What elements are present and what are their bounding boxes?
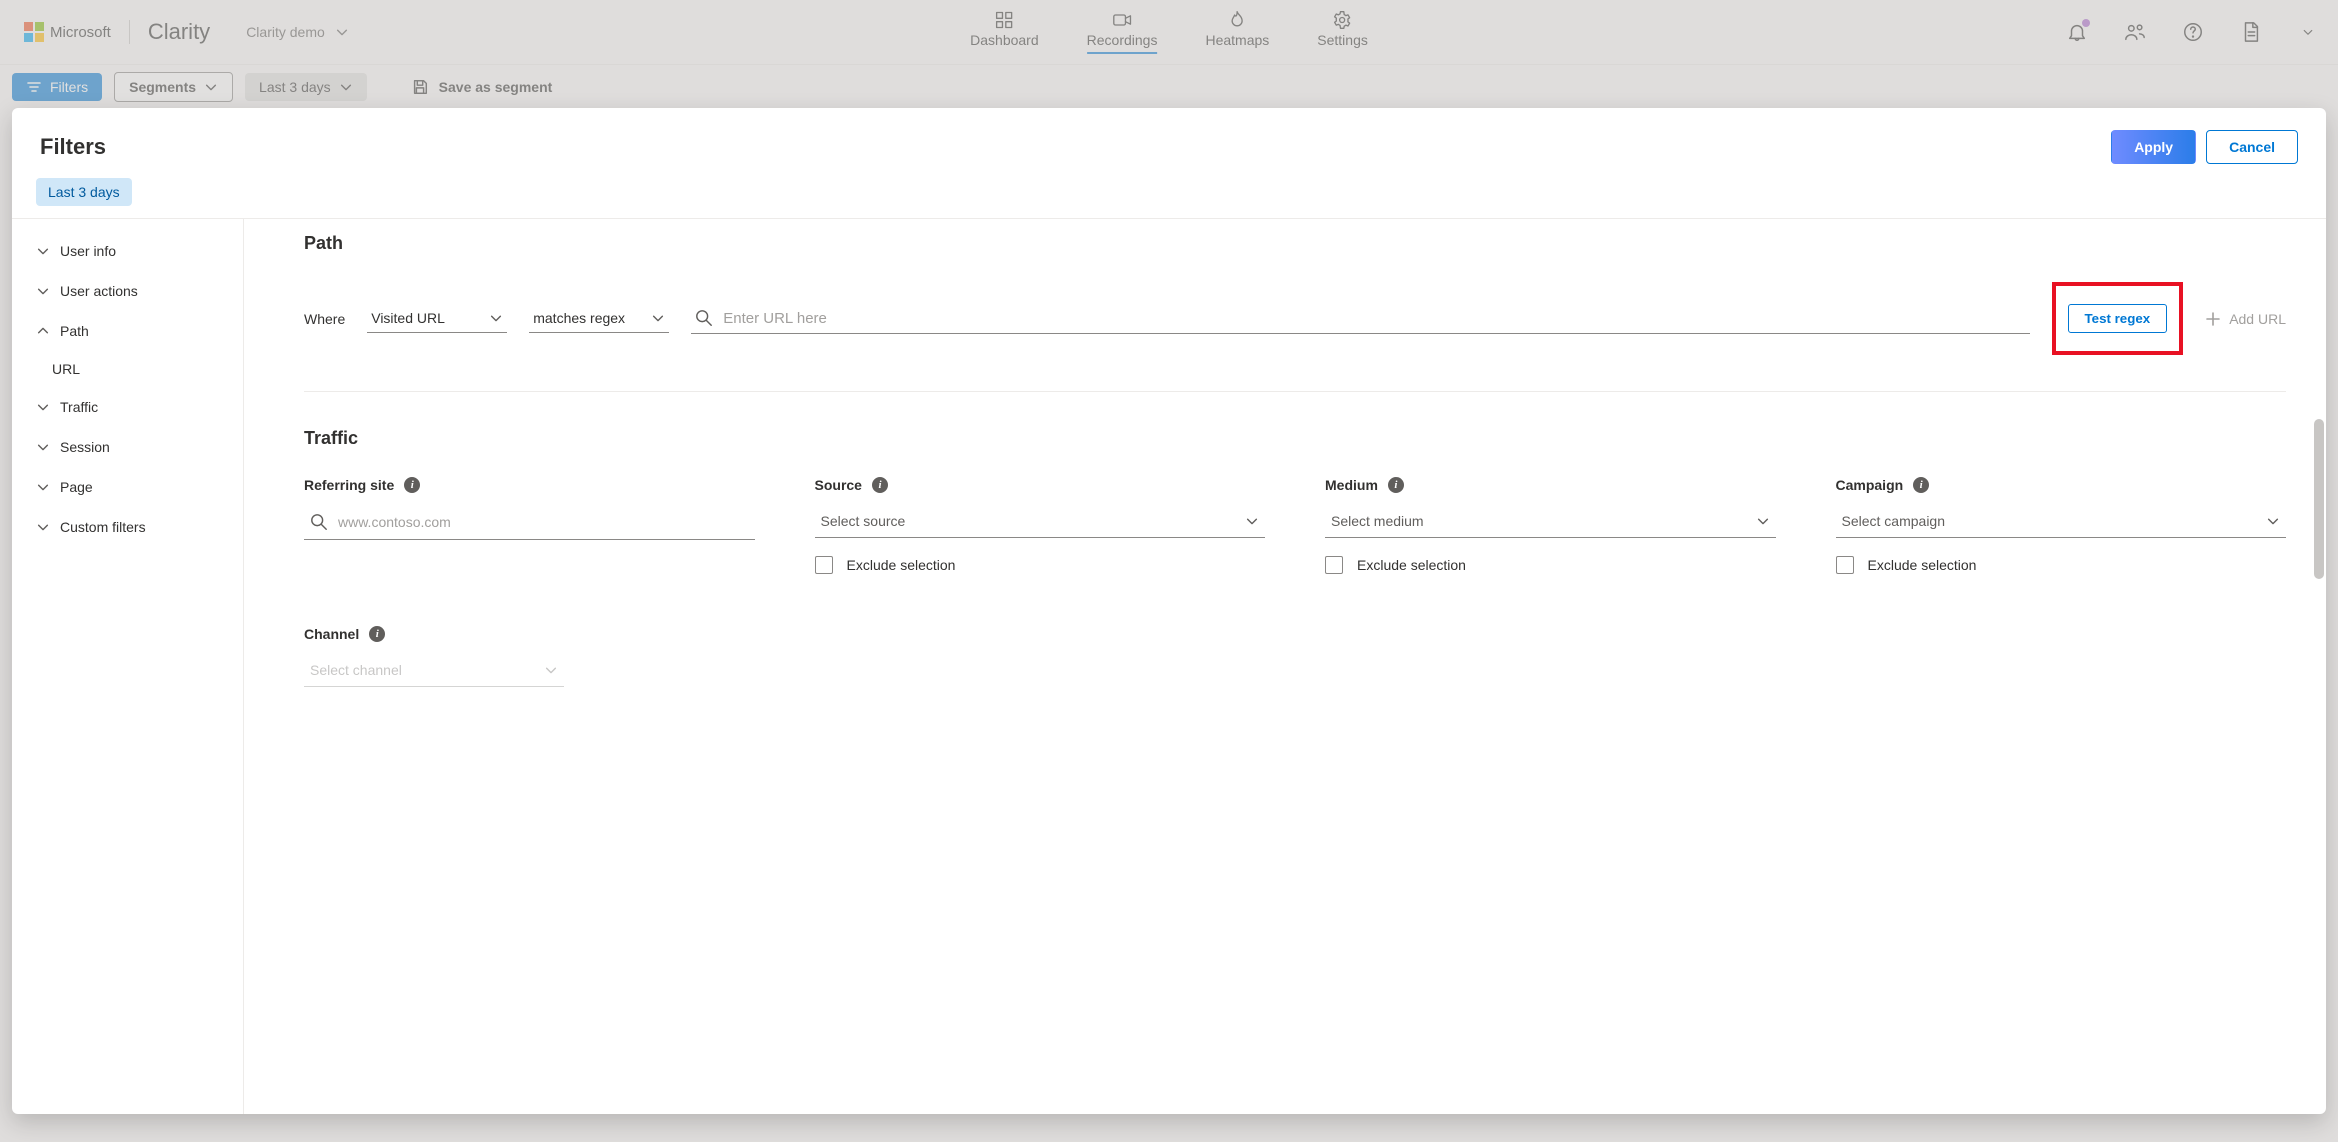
- exclude-label: Exclude selection: [847, 557, 956, 573]
- visited-url-value: Visited URL: [371, 310, 445, 326]
- chevron-down-icon: [544, 663, 558, 677]
- medium-field: Medium i Select medium Exclude selection: [1325, 477, 1776, 574]
- sidebar-item-label: Session: [60, 439, 110, 455]
- campaign-placeholder: Select campaign: [1842, 513, 1946, 529]
- url-input-wrap[interactable]: [691, 303, 2029, 334]
- chevron-down-icon: [651, 311, 665, 325]
- sidebar-item-label: User actions: [60, 283, 138, 299]
- sidebar-user-actions[interactable]: User actions: [12, 271, 243, 311]
- channel-label: Channel: [304, 626, 359, 642]
- channel-placeholder: Select channel: [310, 662, 402, 678]
- modal-header: Filters Apply Cancel: [12, 108, 2326, 164]
- medium-select[interactable]: Select medium: [1325, 505, 1776, 538]
- sidebar-page[interactable]: Page: [12, 467, 243, 507]
- sidebar-item-label: Traffic: [60, 399, 98, 415]
- chevron-down-icon: [36, 400, 50, 414]
- chevron-down-icon: [489, 311, 503, 325]
- chevron-up-icon: [36, 324, 50, 338]
- sidebar-traffic[interactable]: Traffic: [12, 387, 243, 427]
- section-divider: [304, 391, 2286, 392]
- add-url-label: Add URL: [2229, 311, 2286, 327]
- path-filter-row: Where Visited URL matches regex Test reg…: [304, 282, 2286, 355]
- info-icon[interactable]: i: [369, 626, 385, 642]
- chevron-down-icon: [36, 480, 50, 494]
- match-mode-value: matches regex: [533, 310, 625, 326]
- search-icon: [310, 513, 328, 531]
- sidebar-item-label: Path: [60, 323, 89, 339]
- chevron-down-icon: [1756, 514, 1770, 528]
- campaign-field: Campaign i Select campaign Exclude selec…: [1836, 477, 2287, 574]
- checkbox[interactable]: [815, 556, 833, 574]
- modal-title: Filters: [40, 134, 106, 160]
- checkbox[interactable]: [1836, 556, 1854, 574]
- chevron-down-icon: [1245, 514, 1259, 528]
- sidebar-session[interactable]: Session: [12, 427, 243, 467]
- medium-exclude[interactable]: Exclude selection: [1325, 556, 1776, 574]
- source-placeholder: Select source: [821, 513, 906, 529]
- chevron-down-icon: [36, 520, 50, 534]
- source-exclude[interactable]: Exclude selection: [815, 556, 1266, 574]
- active-filter-chips: Last 3 days: [12, 164, 2326, 218]
- campaign-exclude[interactable]: Exclude selection: [1836, 556, 2287, 574]
- channel-field: Channel i Select channel: [304, 626, 2286, 687]
- apply-button[interactable]: Apply: [2111, 130, 2196, 164]
- filters-modal: Filters Apply Cancel Last 3 days User in…: [12, 108, 2326, 1114]
- sidebar-item-label: Page: [60, 479, 93, 495]
- exclude-label: Exclude selection: [1868, 557, 1977, 573]
- sidebar-user-info[interactable]: User info: [12, 231, 243, 271]
- sidebar-item-label: Custom filters: [60, 519, 146, 535]
- chevron-down-icon: [2266, 514, 2280, 528]
- scrollbar-thumb[interactable]: [2314, 419, 2324, 579]
- path-section-title: Path: [304, 233, 2286, 254]
- plus-icon: [2205, 311, 2221, 327]
- match-mode-select[interactable]: matches regex: [529, 304, 669, 333]
- info-icon[interactable]: i: [1388, 477, 1404, 493]
- info-icon[interactable]: i: [404, 477, 420, 493]
- cancel-button[interactable]: Cancel: [2206, 130, 2298, 164]
- search-icon: [695, 309, 713, 327]
- sidebar-path[interactable]: Path: [12, 311, 243, 351]
- sidebar-custom-filters[interactable]: Custom filters: [12, 507, 243, 547]
- traffic-grid: Referring site i Source i Select: [304, 477, 2286, 574]
- where-label: Where: [304, 311, 345, 327]
- chevron-down-icon: [36, 284, 50, 298]
- traffic-section-title: Traffic: [304, 428, 2286, 449]
- chevron-down-icon: [36, 440, 50, 454]
- visited-url-select[interactable]: Visited URL: [367, 304, 507, 333]
- source-label: Source: [815, 477, 862, 493]
- campaign-label: Campaign: [1836, 477, 1904, 493]
- test-regex-highlight: Test regex: [2052, 282, 2184, 355]
- sidebar-item-label: User info: [60, 243, 116, 259]
- scrollbar-track: [2314, 419, 2324, 1074]
- info-icon[interactable]: i: [1913, 477, 1929, 493]
- exclude-label: Exclude selection: [1357, 557, 1466, 573]
- referring-site-field: Referring site i: [304, 477, 755, 574]
- referring-site-label: Referring site: [304, 477, 394, 493]
- referring-site-input-wrap[interactable]: [304, 505, 755, 540]
- test-regex-button[interactable]: Test regex: [2068, 304, 2168, 333]
- source-select[interactable]: Select source: [815, 505, 1266, 538]
- channel-select[interactable]: Select channel: [304, 654, 564, 687]
- checkbox[interactable]: [1325, 556, 1343, 574]
- medium-placeholder: Select medium: [1331, 513, 1424, 529]
- url-input[interactable]: [723, 310, 2025, 327]
- chevron-down-icon: [36, 244, 50, 258]
- medium-label: Medium: [1325, 477, 1378, 493]
- info-icon[interactable]: i: [872, 477, 888, 493]
- sidebar-path-url[interactable]: URL: [12, 351, 243, 387]
- referring-site-input[interactable]: [338, 514, 749, 530]
- source-field: Source i Select source Exclude selection: [815, 477, 1266, 574]
- filters-content: Path Where Visited URL matches regex Tes…: [244, 219, 2326, 1114]
- add-url-button[interactable]: Add URL: [2205, 311, 2286, 327]
- campaign-select[interactable]: Select campaign: [1836, 505, 2287, 538]
- filters-sidebar: User info User actions Path URL Traffic …: [12, 219, 244, 1114]
- daterange-chip[interactable]: Last 3 days: [36, 178, 132, 206]
